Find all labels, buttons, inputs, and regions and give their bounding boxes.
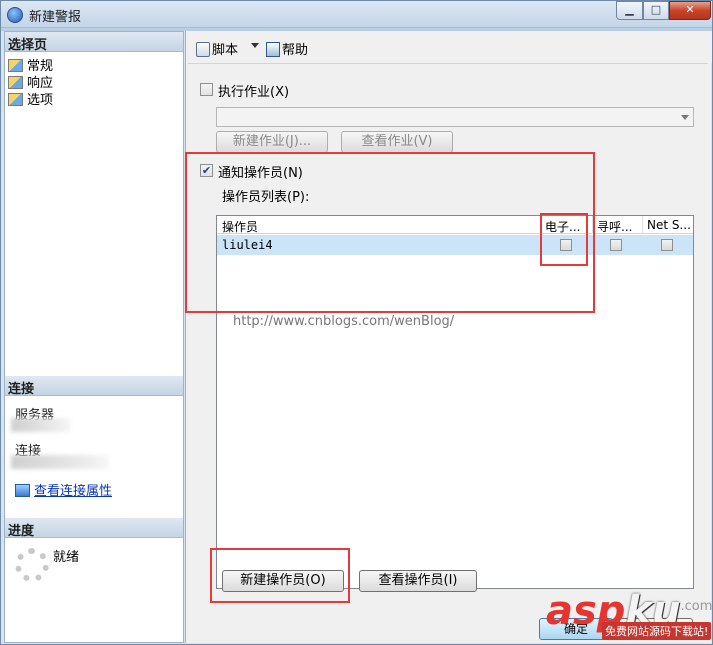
toolbar-divider [188,63,708,64]
connection-properties-icon [15,484,30,497]
script-icon [196,42,210,57]
toolbar: 脚本 帮助 [186,31,712,63]
script-label: 脚本 [212,43,239,58]
job-select[interactable] [216,107,694,127]
sidebar-item-response[interactable]: 响应 [8,72,53,91]
view-connection-properties-link[interactable]: 查看连接属性 [15,480,112,499]
alert-dialog-window: 新建警报 ▁ □ ✕ 选择页 常规 响应 选项 连接 服务器 连接 查看连接属性… [0,0,713,645]
pager-checkbox[interactable] [610,239,622,251]
progress-header: 进度 [5,518,183,539]
help-icon [266,42,280,57]
chevron-down-icon [681,115,689,120]
page-icon [8,93,23,106]
view-job-button[interactable]: 查看作业(V) [341,131,453,153]
column-header-net-send[interactable]: Net S... [647,218,691,232]
window-title: 新建警报 [29,10,82,25]
select-page-header: 选择页 [5,32,183,53]
help-button[interactable]: 帮助 [266,39,308,58]
sidebar-item-options[interactable]: 选项 [8,89,54,108]
left-pane: 选择页 常规 响应 选项 连接 服务器 连接 查看连接属性 进度 就绪 [4,31,184,643]
blog-watermark: http://www.cnblogs.com/wenBlog/ [233,314,455,329]
link-label: 查看连接属性 [34,484,113,499]
new-job-button[interactable]: 新建作业(J)... [216,131,328,153]
highlight-box-new-operator [210,548,350,603]
column-divider [642,216,643,234]
view-operator-button[interactable]: 查看操作员(I) [359,570,477,592]
column-header-pager[interactable]: 寻呼... [597,218,632,235]
maximize-button[interactable]: □ [643,1,669,20]
highlight-box-notify [185,152,595,313]
logo-com-text: .com [680,599,713,614]
highlight-box-email-column [540,213,588,266]
minimize-button[interactable]: ▁ [616,1,643,20]
execute-job-label: 执行作业(X) [218,85,290,100]
progress-spinner-icon [15,548,49,582]
connection-value-blurred [11,455,109,469]
title-bar[interactable]: 新建警报 ▁ □ ✕ [1,1,712,28]
connection-header: 连接 [5,376,183,397]
logo-tagline: 免费网站源码下载站! [602,622,712,640]
page-icon [8,59,23,72]
page-icon [8,76,23,89]
sidebar-item-label: 选项 [27,93,54,108]
help-label: 帮助 [282,43,309,58]
progress-status: 就绪 [53,550,80,565]
script-button[interactable]: 脚本 [196,39,238,58]
script-dropdown-arrow-icon[interactable] [251,43,259,48]
execute-job-checkbox[interactable] [200,83,213,96]
sidebar-item-general[interactable]: 常规 [8,55,53,74]
net-send-checkbox[interactable] [661,239,673,251]
app-icon [7,7,23,23]
close-button[interactable]: ✕ [669,1,711,20]
server-value-blurred [11,418,71,432]
